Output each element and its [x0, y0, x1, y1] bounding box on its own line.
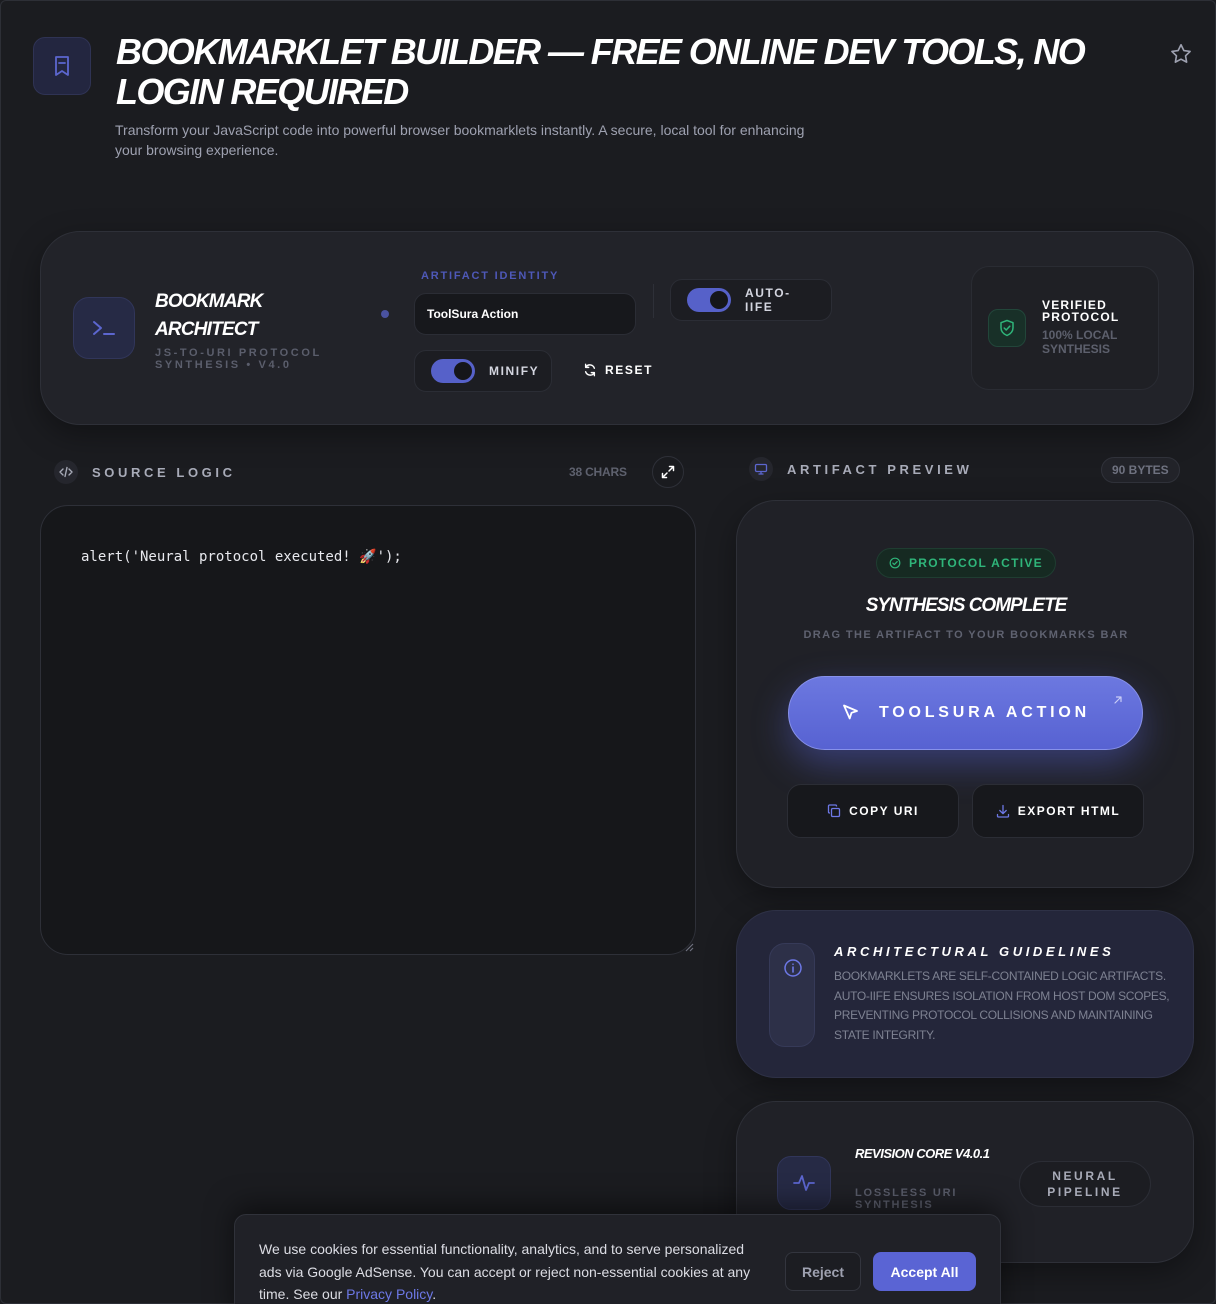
verified-title: VERIFIED PROTOCOL	[1042, 298, 1120, 324]
info-icon-container	[769, 943, 815, 1047]
auto-iife-label: AUTO-IIFE	[745, 286, 791, 314]
synthesis-title: SYNTHESIS COMPLETE	[865, 595, 1068, 616]
bookmark-icon	[33, 37, 91, 95]
bookmarklet-draggable-button[interactable]: TOOLSURA ACTION	[788, 676, 1143, 750]
cookie-message: We use cookies for essential functionali…	[259, 1241, 751, 1302]
verified-subtitle: 100% LOCAL SYNTHESIS	[1042, 328, 1118, 356]
auto-iife-toggle[interactable]: AUTO-IIFE	[670, 279, 832, 321]
cookie-banner: We use cookies for essential functionali…	[234, 1214, 1001, 1304]
control-panel: BOOKMARK ARCHITECT JS-TO-URI PROTOCOL SY…	[40, 231, 1194, 425]
refresh-icon	[583, 363, 597, 377]
minify-switch[interactable]	[431, 359, 475, 383]
source-code-editor[interactable]: alert('Neural protocol executed! 🚀');	[40, 505, 696, 955]
pipeline-badge: NEURAL PIPELINE	[1019, 1161, 1151, 1207]
minify-label: MINIFY	[489, 364, 540, 378]
cursor-icon	[841, 703, 861, 723]
shield-check-icon	[988, 309, 1026, 347]
activity-icon	[777, 1156, 831, 1210]
accept-all-button[interactable]: Accept All	[873, 1252, 976, 1291]
divider	[653, 284, 654, 318]
architect-subtitle: JS-TO-URI PROTOCOL SYNTHESIS • V4.0	[155, 347, 322, 371]
check-circle-icon	[889, 557, 901, 569]
status-dot	[381, 310, 389, 318]
copy-uri-button[interactable]: COPY URI	[787, 784, 959, 838]
identity-input[interactable]	[414, 293, 636, 335]
export-html-label: EXPORT HTML	[1017, 804, 1121, 818]
reset-label: RESET	[605, 363, 654, 377]
protocol-status-badge: PROTOCOL ACTIVE	[876, 548, 1056, 578]
revision-subtitle: LOSSLESS URI SYNTHESIS	[855, 1187, 958, 1211]
guidelines-card: ARCHITECTURAL GUIDELINES BOOKMARKLETS AR…	[736, 910, 1194, 1078]
source-logic-label: SOURCE LOGIC	[92, 464, 236, 480]
architect-title: BOOKMARK ARCHITECT	[155, 291, 263, 340]
expand-icon[interactable]	[652, 456, 684, 488]
resize-handle-icon[interactable]	[684, 942, 694, 952]
protocol-status-label: PROTOCOL ACTIVE	[909, 556, 1043, 570]
star-icon[interactable]	[1168, 41, 1194, 67]
copy-uri-label: COPY URI	[849, 804, 919, 818]
guidelines-text: BOOKMARKLETS ARE SELF-CONTAINED LOGIC AR…	[834, 969, 1170, 1042]
external-arrow-icon	[1112, 694, 1124, 706]
auto-iife-switch[interactable]	[687, 288, 731, 312]
identity-label: ARTIFACT IDENTITY	[421, 270, 560, 282]
bookmarklet-label: TOOLSURA ACTION	[878, 704, 1091, 721]
copy-icon	[827, 804, 841, 818]
monitor-icon	[749, 457, 773, 481]
code-icon	[54, 460, 78, 484]
info-icon	[783, 958, 803, 978]
privacy-policy-link[interactable]: Privacy Policy	[346, 1286, 432, 1302]
verified-protocol-box: VERIFIED PROTOCOL 100% LOCAL SYNTHESIS	[971, 266, 1159, 390]
source-logic-header: SOURCE LOGIC	[54, 460, 236, 484]
drag-hint: DRAG THE ARTIFACT TO YOUR BOOKMARKS BAR	[803, 629, 1129, 641]
page-subtitle: Transform your JavaScript code into powe…	[115, 122, 805, 158]
bytes-badge: 90 BYTES	[1101, 457, 1180, 483]
page-title: BOOKMARKLET BUILDER — FREE ONLINE DEV TO…	[116, 31, 1086, 112]
revision-title: REVISION CORE V4.0.1	[855, 1146, 990, 1161]
artifact-preview-header: ARTIFACT PREVIEW	[749, 457, 972, 481]
terminal-icon	[73, 297, 135, 359]
minify-toggle[interactable]: MINIFY	[414, 350, 552, 392]
char-count: 38 CHARS	[569, 465, 627, 479]
artifact-preview-card: PROTOCOL ACTIVE SYNTHESIS COMPLETE DRAG …	[736, 500, 1194, 888]
reject-button[interactable]: Reject	[785, 1252, 861, 1291]
guidelines-title: ARCHITECTURAL GUIDELINES	[834, 944, 1115, 959]
reset-button[interactable]: RESET	[583, 358, 653, 382]
artifact-preview-label: ARTIFACT PREVIEW	[787, 461, 973, 477]
cookie-tail: .	[432, 1286, 437, 1302]
cookie-text: We use cookies for essential functionali…	[259, 1238, 769, 1304]
export-html-button[interactable]: EXPORT HTML	[972, 784, 1144, 838]
download-icon	[996, 804, 1010, 818]
